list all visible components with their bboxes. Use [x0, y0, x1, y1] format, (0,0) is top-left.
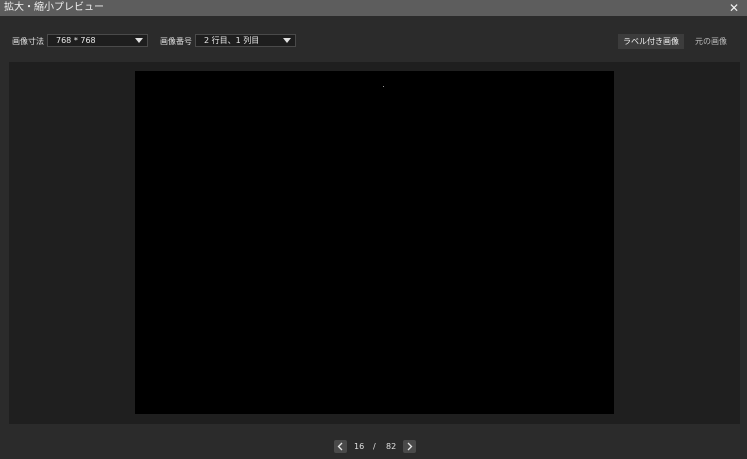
chevron-right-icon: [407, 442, 413, 451]
chevron-down-icon: [135, 38, 143, 43]
image-index-value: 2 行目、1 列目: [204, 36, 260, 45]
close-icon[interactable]: ✕: [727, 0, 741, 16]
chevron-left-icon: [337, 442, 343, 451]
image-size-label: 画像寸法: [12, 37, 44, 46]
preview-window: 拡大・縮小プレビュー ✕ 画像寸法 768 * 768 画像番号 2 行目、1 …: [0, 0, 747, 459]
window-title: 拡大・縮小プレビュー: [4, 2, 104, 13]
page-separator: /: [373, 442, 376, 451]
tab-labeled-image[interactable]: ラベル付き画像: [618, 34, 684, 49]
prev-page-button[interactable]: [334, 440, 347, 453]
total-pages: 82: [386, 442, 397, 451]
chevron-down-icon: [283, 38, 291, 43]
image-size-select[interactable]: 768 * 768: [47, 34, 148, 47]
next-page-button[interactable]: [403, 440, 416, 453]
toolbar: 画像寸法 768 * 768 画像番号 2 行目、1 列目 ラベル付き画像 元の…: [0, 16, 747, 62]
tab-original-image[interactable]: 元の画像: [688, 34, 734, 49]
pagination: 16 / 82: [0, 438, 747, 454]
current-page: 16: [354, 442, 365, 451]
title-bar: 拡大・縮小プレビュー ✕: [0, 0, 747, 16]
image-index-label: 画像番号: [160, 37, 192, 46]
image-speck: [383, 86, 384, 87]
image-index-select[interactable]: 2 行目、1 列目: [195, 34, 296, 47]
image-size-value: 768 * 768: [56, 36, 96, 45]
preview-panel: [9, 62, 740, 424]
preview-image: [135, 71, 614, 414]
